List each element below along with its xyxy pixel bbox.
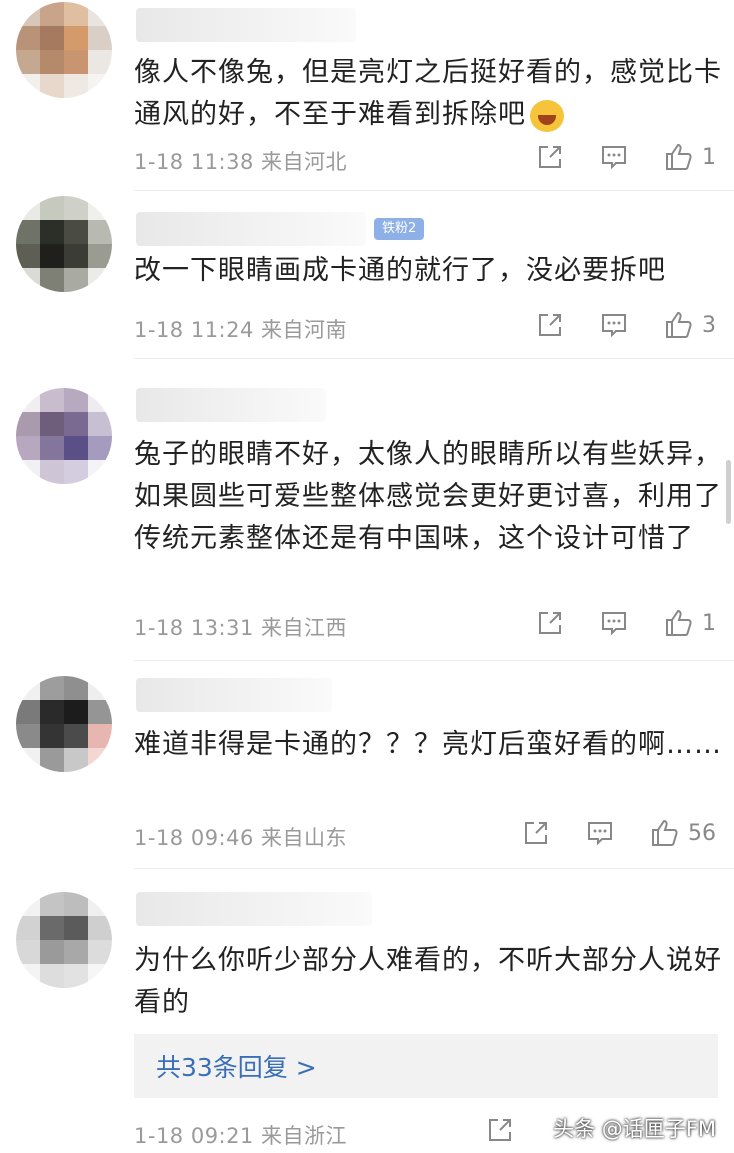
username-blurred[interactable] — [136, 212, 366, 246]
comment-actions: 3 — [500, 310, 716, 340]
comment-actions — [450, 1116, 514, 1144]
comment-icon — [602, 314, 626, 338]
share-button[interactable] — [486, 1116, 514, 1144]
comment-actions: 1 — [500, 608, 716, 638]
view-replies-button[interactable]: 共33条回复 > — [134, 1034, 718, 1098]
comment-text: 兔子的眼睛不好，太像人的眼睛所以有些妖异，如果圆些可爱些整体感觉会更好更讨喜，利… — [134, 439, 722, 554]
comment-button[interactable] — [586, 819, 614, 847]
comment-meta: 1-18 11:38 来自河北 — [134, 150, 348, 174]
comment-text: 改一下眼睛画成卡通的就行了，没必要拆吧 — [134, 255, 666, 286]
comment-text: 难道非得是卡通的？？？亮灯后蛮好看的啊…… — [134, 729, 722, 760]
like-button[interactable]: 56 — [650, 818, 716, 848]
avatar[interactable] — [16, 2, 112, 98]
divider — [134, 868, 734, 869]
like-count: 1 — [702, 610, 716, 636]
share-icon — [539, 314, 561, 336]
avatar[interactable] — [16, 892, 112, 988]
share-button[interactable] — [536, 311, 564, 339]
comment-meta: 1-18 13:31 来自江西 — [134, 616, 348, 640]
share-icon — [539, 612, 561, 634]
comment-button[interactable] — [600, 311, 628, 339]
share-icon — [539, 146, 561, 168]
like-count: 3 — [702, 312, 716, 338]
share-icon — [489, 1119, 511, 1141]
comment-actions: 56 — [486, 818, 716, 848]
thumbs-up-icon — [652, 819, 678, 846]
comment-actions: 1 — [500, 142, 716, 172]
like-button[interactable]: 1 — [664, 142, 716, 172]
thumbs-up-icon — [666, 143, 692, 170]
username-blurred[interactable] — [136, 892, 372, 926]
comment-meta: 1-18 09:46 来自山东 — [134, 826, 348, 850]
username-blurred[interactable] — [136, 678, 332, 712]
comment-meta: 1-18 09:21 来自浙江 — [134, 1124, 348, 1148]
fan-badge: 铁粉2 — [374, 218, 425, 240]
comment-text: 为什么你听少部分人难看的，不听大部分人说好看的 — [134, 945, 722, 1018]
divider — [134, 358, 734, 359]
comment-icon — [602, 612, 626, 636]
username-blurred[interactable] — [136, 8, 356, 42]
comment-icon — [602, 146, 626, 170]
thumbs-up-icon — [666, 311, 692, 338]
like-count: 1 — [702, 144, 716, 170]
avatar[interactable] — [16, 388, 112, 484]
share-button[interactable] — [536, 609, 564, 637]
username-blurred[interactable] — [136, 388, 326, 422]
like-button[interactable]: 1 — [664, 608, 716, 638]
like-button[interactable]: 3 — [664, 310, 716, 340]
avatar[interactable] — [16, 196, 112, 292]
replies-label: 共33条回复 > — [156, 1053, 317, 1082]
divider — [134, 190, 734, 191]
share-button[interactable] — [522, 819, 550, 847]
comment-button[interactable] — [600, 609, 628, 637]
share-button[interactable] — [536, 143, 564, 171]
watermark: 头条 @话匣子FM — [553, 1117, 716, 1141]
comment-meta: 1-18 11:24 来自河南 — [134, 318, 348, 342]
comment-text: 像人不像兔，但是亮灯之后挺好看的，感觉比卡通风的好，不至于难看到拆除吧 — [134, 57, 722, 132]
comment-icon — [588, 822, 612, 846]
comment-button[interactable] — [600, 143, 628, 171]
scrollbar[interactable] — [726, 460, 731, 524]
cry-laugh-emoji-icon — [530, 99, 564, 132]
share-icon — [525, 822, 547, 844]
divider — [134, 660, 734, 661]
like-count: 56 — [688, 820, 716, 846]
avatar[interactable] — [16, 676, 112, 772]
thumbs-up-icon — [666, 609, 692, 636]
